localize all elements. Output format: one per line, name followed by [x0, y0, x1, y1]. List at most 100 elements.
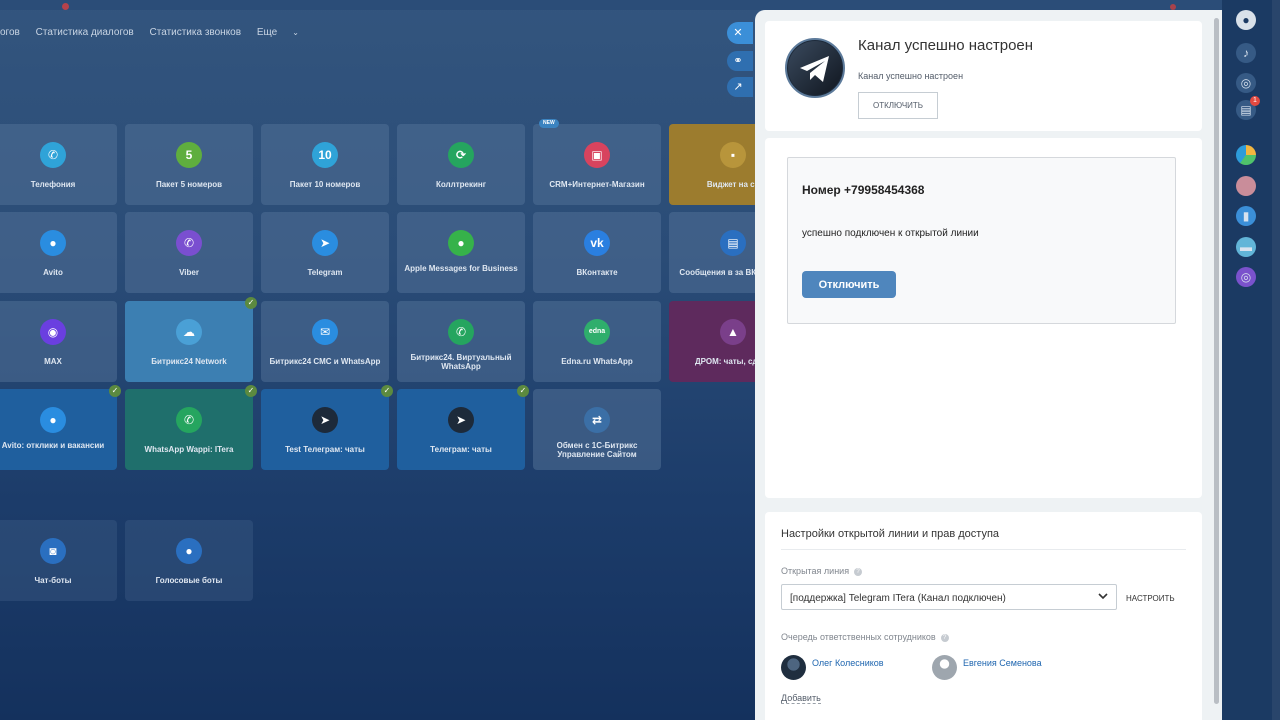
- close-slider-icon[interactable]: ✕: [727, 22, 753, 44]
- connector-tile[interactable]: ➤ Telegram: [261, 212, 389, 293]
- status-title: Канал успешно настроен: [858, 37, 1034, 54]
- disconnect-number-button[interactable]: Отключить: [802, 271, 896, 298]
- connector-tile[interactable]: edna Edna.ru WhatsApp: [533, 301, 661, 382]
- avito-jobs-icon: ●: [40, 407, 66, 433]
- viber-icon: ✆: [176, 230, 202, 256]
- max-icon: ◉: [40, 319, 66, 345]
- disconnect-button[interactable]: отключить: [858, 92, 939, 119]
- calltracking-icon: ⟳: [448, 142, 474, 168]
- connector-tile[interactable]: ● Apple Messages for Business: [397, 212, 525, 293]
- connector-tile[interactable]: ⇄ Обмен с 1С-Битрикс Управление Сайтом: [533, 389, 661, 470]
- connector-label: Обмен с 1С-Битрикс Управление Сайтом: [556, 441, 638, 459]
- connector-label: Битрикс24 Network: [151, 357, 227, 366]
- connector-tile[interactable]: ⟳ Коллтрекинг: [397, 124, 525, 205]
- connector-label: Телеграм: чаты: [430, 445, 492, 454]
- connector-tile[interactable]: ● Avito: отклики и вакансии ✓: [0, 385, 121, 470]
- notes-icon[interactable]: ▬: [1236, 237, 1256, 257]
- right-rail: ● ♪ ◎ ▤ 1 ▮ ▬ ◎: [1222, 0, 1280, 720]
- bell-icon[interactable]: ♪: [1236, 43, 1256, 63]
- settings-title: Настройки открытой линии и прав доступа: [781, 528, 1000, 540]
- connector-label: Коллтрекинг: [435, 180, 487, 189]
- status-subtitle: Канал успешно настроен: [858, 71, 964, 81]
- open-new-window-icon[interactable]: ↗: [727, 77, 753, 97]
- open-line-select[interactable]: [поддержка] Telegram ITera (Канал подклю…: [781, 584, 1117, 610]
- connector-tile[interactable]: ◙ Чат-боты: [0, 520, 117, 601]
- exchange-icon: ⇄: [584, 407, 610, 433]
- connector-tile[interactable]: ✆ Битрикс24. Виртуальный WhatsApp: [397, 301, 525, 382]
- bookmark-icon[interactable]: ▮: [1236, 206, 1256, 226]
- nav-item-dialogs-log[interactable]: огов: [0, 27, 20, 38]
- connection-info-card: Номер +79958454368 успешно подключен к о…: [765, 138, 1202, 498]
- contact-avatar[interactable]: [1236, 176, 1256, 196]
- connector-tile[interactable]: ✆ WhatsApp Wappi: ITera ✓: [125, 385, 257, 470]
- connector-tile[interactable]: ✆ Телефония: [0, 124, 117, 205]
- package-5-icon: 5: [176, 142, 202, 168]
- connector-label: Apple Messages for Business: [404, 264, 518, 273]
- connector-tile[interactable]: ◉ MAX: [0, 301, 117, 382]
- chevron-down-icon: ⌄: [292, 28, 299, 37]
- top-strip: [0, 0, 1280, 10]
- avatar: [781, 655, 806, 680]
- connector-tile[interactable]: ☁ Битрикс24 Network ✓: [125, 297, 257, 382]
- connector-tile[interactable]: ● Голосовые боты: [125, 520, 253, 601]
- vk-icon: vk: [584, 230, 610, 256]
- nav-item-more[interactable]: Еще ⌄: [257, 27, 312, 38]
- connector-tile[interactable]: ✆ Viber: [125, 212, 253, 293]
- channel-status-card: Канал успешно настроен Канал успешно нас…: [765, 21, 1202, 131]
- open-line-value: [поддержка] Telegram ITera (Канал подклю…: [790, 593, 1006, 604]
- nav-item-dialog-stats[interactable]: Статистика диалогов: [36, 27, 134, 38]
- telegram-icon: ➤: [312, 407, 338, 433]
- connector-label: MAX: [44, 357, 62, 366]
- connector-tile[interactable]: vk ВКонтакте: [533, 212, 661, 293]
- user-name[interactable]: Евгения Семенова: [963, 658, 1042, 668]
- configure-open-line-button[interactable]: настроить: [1126, 594, 1175, 603]
- app-ring-icon[interactable]: [1236, 145, 1256, 165]
- connector-label: Avito: отклики и вакансии: [1, 441, 105, 450]
- phone-icon: ✆: [40, 142, 66, 168]
- chevron-down-icon: [1098, 593, 1108, 600]
- connector-tile[interactable]: 5 Пакет 5 номеров: [125, 124, 253, 205]
- copy-link-icon[interactable]: ⚭: [727, 51, 753, 71]
- open-line-settings-card: Настройки открытой линии и прав доступа …: [765, 512, 1202, 720]
- cloud-icon: ☁: [176, 319, 202, 345]
- user-avatar-icon[interactable]: ●: [1236, 10, 1256, 30]
- shop-icon: ▣: [584, 142, 610, 168]
- connector-label: Edna.ru WhatsApp: [561, 357, 633, 366]
- copilot-icon[interactable]: ◎: [1236, 73, 1256, 93]
- whatsapp-icon: ✆: [176, 407, 202, 433]
- connector-label: Viber: [179, 268, 199, 277]
- help-icon[interactable]: ?: [940, 634, 949, 642]
- connector-label: Пакет 5 номеров: [155, 180, 223, 189]
- help-icon[interactable]: ?: [854, 568, 863, 576]
- new-badge: NEW: [539, 119, 559, 128]
- chat-icon[interactable]: ▤ 1: [1236, 96, 1260, 120]
- connector-label: Битрикс24 СМС и WhatsApp: [269, 357, 381, 366]
- connector-label: Пакет 10 номеров: [289, 180, 361, 189]
- connector-label: Telegram: [307, 268, 343, 277]
- vk-shop-icon: ▤: [720, 230, 746, 256]
- unread-count-badge: 1: [1250, 96, 1260, 106]
- user-name[interactable]: Олег Колесников: [812, 658, 884, 668]
- connector-label: Голосовые боты: [155, 576, 223, 585]
- connector-label: Битрикс24. Виртуальный WhatsApp: [410, 353, 512, 371]
- whatsapp-icon: ✆: [448, 319, 474, 345]
- connector-tile[interactable]: ➤ Телеграм: чаты ✓: [397, 385, 529, 470]
- connection-status: успешно подключен к открытой линии: [802, 228, 979, 239]
- open-line-label: Открытая линия?: [781, 566, 863, 576]
- mic-icon: ●: [176, 538, 202, 564]
- connector-label: Телефония: [30, 180, 76, 189]
- slider-scrollbar[interactable]: [1214, 18, 1219, 704]
- connected-check-icon: ✓: [381, 385, 393, 397]
- rail-scrollbar[interactable]: [1272, 0, 1280, 720]
- copilot-chat-icon[interactable]: ◎: [1236, 267, 1256, 287]
- telegram-logo-icon: [785, 38, 845, 98]
- connector-label: WhatsApp Wappi: ITera: [144, 445, 234, 454]
- add-employee-link[interactable]: Добавить: [781, 693, 821, 704]
- connector-tile[interactable]: ➤ Test Телеграм: чаты ✓: [261, 385, 393, 470]
- avito-icon: ●: [40, 230, 66, 256]
- connector-tile[interactable]: ● Avito: [0, 212, 117, 293]
- connector-tile[interactable]: ✉ Битрикс24 СМС и WhatsApp: [261, 301, 389, 382]
- nav-item-call-stats[interactable]: Статистика звонков: [150, 27, 242, 38]
- connector-tile[interactable]: ▣ CRM+Интернет-Магазин NEW: [533, 119, 661, 205]
- connector-tile[interactable]: 10 Пакет 10 номеров: [261, 124, 389, 205]
